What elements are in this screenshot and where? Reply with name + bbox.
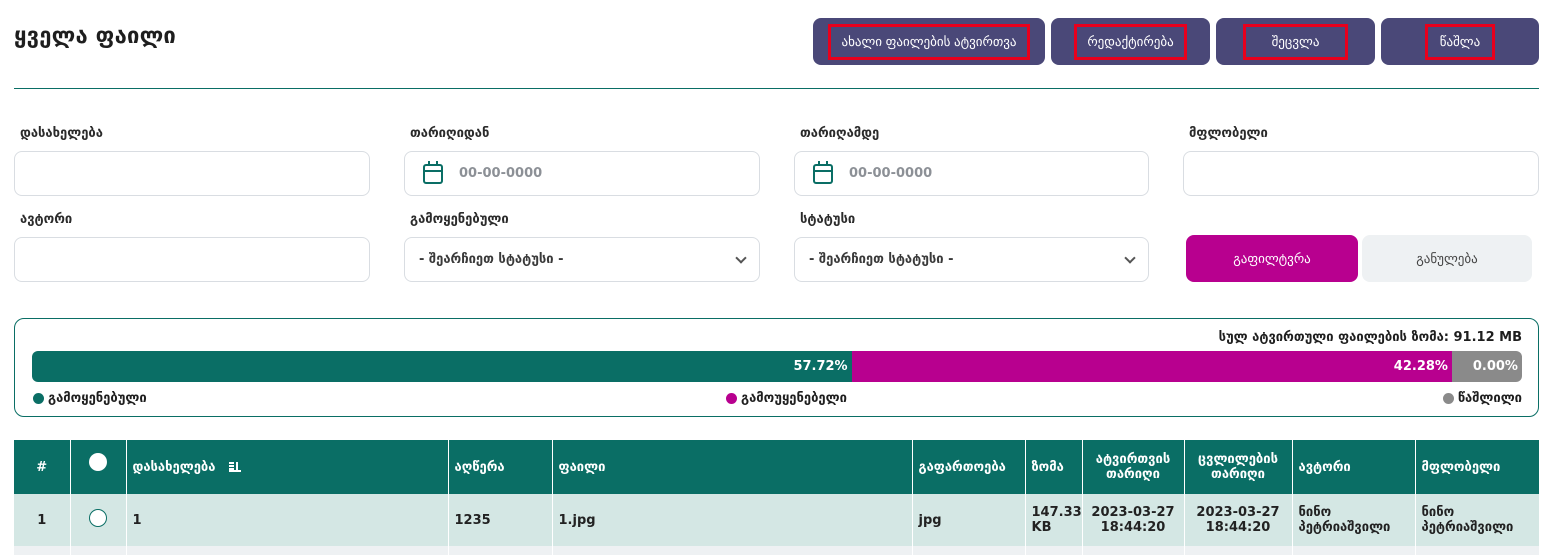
author-filter-input[interactable] [14, 237, 370, 282]
col-select-all[interactable] [70, 440, 127, 494]
col-upload-date: ატვირთვის თარიღი [1082, 440, 1185, 494]
chevron-down-icon [735, 251, 747, 264]
date-from-input[interactable]: 00-00-0000 [404, 151, 760, 196]
row-owner: ნინო პეტრიაშვილი [1415, 494, 1539, 546]
status-filter-label: სტატუსი [800, 212, 856, 227]
status-select[interactable]: - შეარჩიეთ სტატუსი - [794, 237, 1149, 282]
calendar-icon[interactable] [423, 160, 443, 184]
row-upload-date: 2023-03-27 18:44:20 [1082, 494, 1185, 546]
col-name[interactable]: დასახელება [126, 440, 449, 494]
legend-dot-deleted [1442, 393, 1454, 404]
row-name: 1 [126, 494, 449, 546]
owner-filter-input[interactable] [1183, 151, 1539, 196]
used-segment: 57.72% [32, 351, 852, 382]
legend-deleted-label: წაშლილი [1457, 391, 1522, 406]
row-select-cell[interactable] [70, 494, 127, 546]
row-cell [552, 546, 913, 555]
row-cell [70, 546, 127, 555]
col-file: ფაილი [552, 440, 913, 494]
chevron-down-icon [1124, 251, 1136, 264]
calendar-icon[interactable] [813, 160, 833, 184]
delete-button[interactable]: წაშლა [1381, 18, 1539, 65]
author-filter-label: ავტორი [20, 212, 73, 227]
edit-label: რედაქტირება [1074, 23, 1187, 60]
date-to-label: თარიღამდე [800, 126, 880, 141]
legend-used: გამოყენებული [33, 391, 147, 406]
row-cell [1082, 546, 1185, 555]
row-cell [1292, 546, 1416, 555]
used-status-select[interactable]: - შეარჩიეთ სტატუსი - [404, 237, 760, 282]
change-label: შეცვლა [1242, 23, 1349, 60]
name-filter-label: დასახელება [20, 126, 103, 141]
select-all-radio[interactable] [89, 452, 107, 471]
row-author: ნინო პეტრიაშვილი [1292, 494, 1416, 546]
edit-button[interactable]: რედაქტირება [1051, 18, 1210, 65]
table-header-row: # დასახელება აღწერა ფაილი გაფართოება ზომ… [14, 440, 1539, 494]
table-row[interactable]: 1 1 1235 1.jpg jpg 147.33 KB 2023-03-27 … [14, 494, 1539, 546]
date-from-placeholder: 00-00-0000 [459, 166, 543, 181]
header-divider [14, 88, 1539, 89]
upload-files-button[interactable]: ახალი ფაილების ატვირთვა [813, 18, 1045, 65]
col-name-label: დასახელება [132, 459, 216, 475]
owner-filter-label: მფლობელი [1189, 126, 1268, 141]
legend-unused-label: გამოუყენებელი [741, 391, 847, 406]
storage-usage-panel: სულ ატვირთული ფაილების ზომა: 91.12 MB 57… [14, 318, 1539, 417]
status-select-value: - შეარჩიეთ სტატუსი - [809, 252, 954, 267]
date-to-input[interactable]: 00-00-0000 [794, 151, 1149, 196]
row-cell [448, 546, 553, 555]
name-filter-input[interactable] [14, 151, 370, 196]
table-row[interactable] [14, 546, 1539, 555]
row-cell [126, 546, 449, 555]
row-index: 1 [14, 494, 71, 546]
col-author: ავტორი [1292, 440, 1416, 494]
col-owner: მფლობელი [1415, 440, 1539, 494]
legend-dot-used [33, 393, 44, 404]
unused-segment: 42.28% [851, 351, 1452, 382]
row-size: 147.33 KB [1025, 494, 1083, 546]
legend-deleted: წაშლილი [1442, 391, 1522, 406]
row-cell [1025, 546, 1083, 555]
storage-total-text: სულ ატვირთული ფაილების ზომა: 91.12 MB [1218, 330, 1522, 345]
upload-files-label: ახალი ფაილების ატვირთვა [828, 23, 1030, 60]
used-select-value: - შეარჩიეთ სტატუსი - [419, 252, 564, 267]
action-toolbar: ახალი ფაილების ატვირთვა რედაქტირება შეცვ… [0, 18, 1561, 65]
row-cell [1184, 546, 1293, 555]
row-modified-date: 2023-03-27 18:44:20 [1184, 494, 1293, 546]
col-index: # [14, 440, 71, 494]
storage-usage-bar: 57.72% 42.28% 0.00% [32, 351, 1522, 382]
row-extension: jpg [912, 494, 1026, 546]
col-description: აღწერა [448, 440, 553, 494]
reset-button[interactable]: განულება [1362, 235, 1532, 282]
used-filter-label: გამოყენებული [410, 212, 509, 227]
filter-button[interactable]: გაფილტვრა [1186, 235, 1358, 282]
deleted-segment: 0.00% [1451, 351, 1522, 382]
legend-dot-unused [726, 393, 737, 404]
col-extension: გაფართოება [912, 440, 1026, 494]
col-modified-date: ცვლილების თარიღი [1184, 440, 1293, 494]
legend-used-label: გამოყენებული [48, 391, 147, 406]
sort-icon[interactable] [229, 462, 242, 472]
legend-unused: გამოუყენებელი [726, 391, 847, 406]
delete-label: წაშლა [1424, 23, 1496, 60]
date-from-label: თარიღიდან [410, 126, 490, 141]
files-table: # დასახელება აღწერა ფაილი გაფართოება ზომ… [14, 440, 1539, 555]
row-select-radio[interactable] [89, 509, 107, 527]
row-cell [1415, 546, 1539, 555]
row-cell [912, 546, 1026, 555]
row-file[interactable]: 1.jpg [552, 494, 913, 546]
date-to-placeholder: 00-00-0000 [849, 166, 933, 181]
row-cell [14, 546, 71, 555]
row-description: 1235 [448, 494, 553, 546]
col-size: ზომა [1025, 440, 1083, 494]
change-button[interactable]: შეცვლა [1216, 18, 1375, 65]
